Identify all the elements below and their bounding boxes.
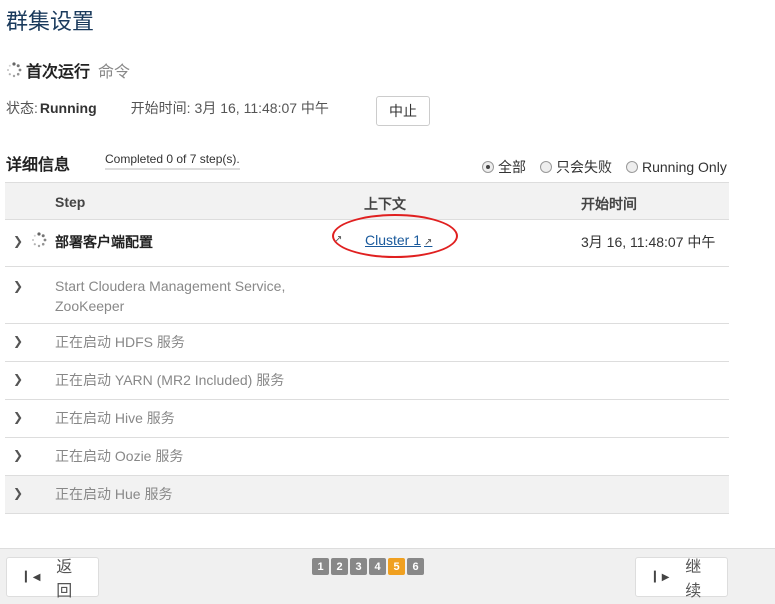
table-header: Step 上下文 开始时间 xyxy=(5,182,729,220)
page-step-5-current[interactable]: 5 xyxy=(388,558,405,575)
step-label-line2: ZooKeeper xyxy=(55,298,125,314)
continue-button[interactable]: ▎▶ 继续 xyxy=(635,557,728,600)
step-label: 正在启动 YARN (MR2 Included) 服务 xyxy=(55,372,285,388)
wizard-footer: ▎◀ 返回 1 2 3 4 5 6 ▎▶ 继续 xyxy=(0,548,775,604)
chevron-right-icon[interactable]: ❯ xyxy=(13,234,23,248)
annotation-circle xyxy=(332,214,458,258)
page-step-1[interactable]: 1 xyxy=(312,558,329,575)
progress-text: Completed 0 of 7 step(s). xyxy=(105,152,240,170)
stop-button[interactable]: 中止 xyxy=(376,96,430,126)
filter-all-label: 全部 xyxy=(498,159,526,175)
radio-icon[interactable] xyxy=(540,161,552,173)
radio-icon[interactable] xyxy=(626,161,638,173)
continue-button-label: 继续 xyxy=(685,559,702,600)
filter-failed-only[interactable]: 只会失败 xyxy=(540,157,612,177)
table-row[interactable]: ❯ 正在启动 YARN (MR2 Included) 服务 xyxy=(5,362,729,400)
table-row[interactable]: ❯ Start Cloudera Management Service, Zoo… xyxy=(5,267,729,324)
step-label: 正在启动 Hive 服务 xyxy=(55,410,175,426)
table-row[interactable]: ❯ 正在启动 Hue 服务 xyxy=(5,476,729,514)
page-title: 群集设置 xyxy=(6,9,95,34)
start-time-value: 3月 16, 11:48:07 中午 xyxy=(194,100,329,116)
status-value: Running xyxy=(39,100,97,116)
radio-selected-icon[interactable] xyxy=(482,161,494,173)
chevron-right-icon[interactable]: ❯ xyxy=(13,410,23,424)
command-subtitle: 命令 xyxy=(98,64,131,81)
command-title: 首次运行 xyxy=(26,64,91,81)
column-header-start-time: 开始时间 xyxy=(581,196,637,212)
filter-failed-label: 只会失败 xyxy=(556,159,612,175)
filter-group: 全部 只会失败 Running Only xyxy=(482,157,727,177)
command-header: 首次运行 命令 xyxy=(6,58,130,82)
table-row[interactable]: ❯ 正在启动 Oozie 服务 xyxy=(5,438,729,476)
chevron-right-icon[interactable]: ❯ xyxy=(13,486,23,500)
step-label: 正在启动 HDFS 服务 xyxy=(55,334,185,350)
spinner-icon xyxy=(7,62,22,78)
chevron-right-icon[interactable]: ❯ xyxy=(13,334,23,348)
step-label: Start Cloudera Management Service, ZooKe… xyxy=(55,276,285,316)
page-step-4[interactable]: 4 xyxy=(369,558,386,575)
page-step-6[interactable]: 6 xyxy=(407,558,424,575)
skip-forward-icon: ▎▶ xyxy=(654,571,670,583)
filter-running-only[interactable]: Running Only xyxy=(626,157,727,177)
details-title: 详细信息 xyxy=(6,157,71,174)
step-pager: 1 2 3 4 5 6 xyxy=(312,558,424,575)
filter-running-label: Running Only xyxy=(642,159,727,175)
start-time-label: 开始时间: xyxy=(130,100,191,116)
chevron-right-icon[interactable]: ❯ xyxy=(13,279,23,293)
status-label: 状态: xyxy=(6,100,38,116)
page-step-2[interactable]: 2 xyxy=(331,558,348,575)
filter-all[interactable]: 全部 xyxy=(482,157,526,177)
step-label-line1: Start Cloudera Management Service, xyxy=(55,278,286,294)
step-label: 部署客户端配置 xyxy=(55,234,153,250)
page-step-3[interactable]: 3 xyxy=(350,558,367,575)
back-button-label: 返回 xyxy=(56,559,73,600)
step-label: 正在启动 Oozie 服务 xyxy=(55,448,184,464)
chevron-right-icon[interactable]: ❯ xyxy=(13,448,23,462)
table-row[interactable]: ❯ 正在启动 Hive 服务 xyxy=(5,400,729,438)
chevron-right-icon[interactable]: ❯ xyxy=(13,372,23,386)
step-label: 正在启动 Hue 服务 xyxy=(55,486,173,502)
skip-back-icon: ▎◀ xyxy=(25,571,41,583)
step-start-time: 3月 16, 11:48:07 中午 xyxy=(581,234,716,250)
spinner-icon xyxy=(32,232,47,248)
status-row: 状态: Running 开始时间: 3月 16, 11:48:07 中午 xyxy=(6,98,329,118)
back-button[interactable]: ▎◀ 返回 xyxy=(6,557,99,600)
column-header-step: Step xyxy=(55,194,86,210)
table-row[interactable]: ❯ 正在启动 HDFS 服务 xyxy=(5,324,729,362)
column-header-context: 上下文 xyxy=(364,196,406,212)
